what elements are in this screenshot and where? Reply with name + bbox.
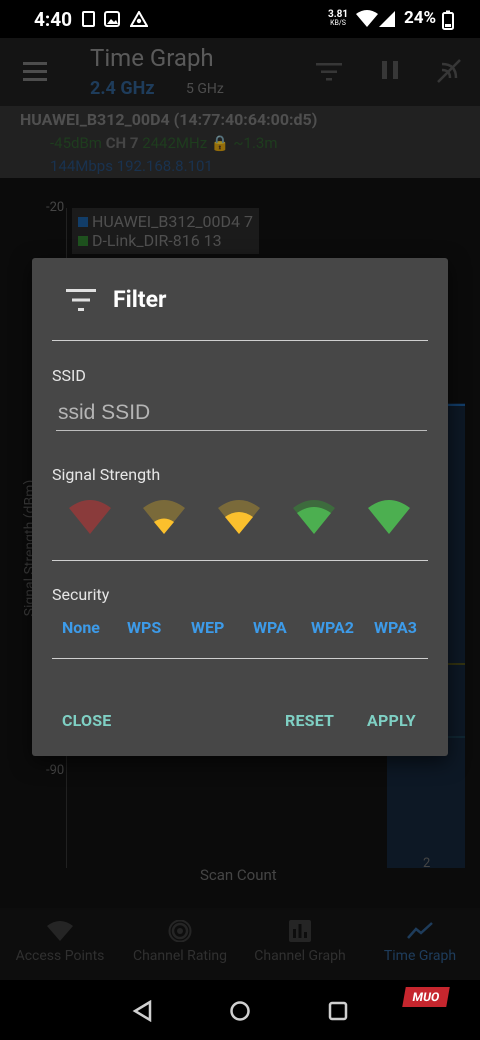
signal-strength-label: Signal Strength [52, 465, 161, 484]
dialog-title: Filter [113, 286, 167, 313]
security-wpa-button[interactable]: WPA [253, 618, 287, 637]
status-time: 4:40 [34, 8, 73, 31]
signal-level-3-button[interactable] [290, 498, 338, 538]
drive-icon [130, 11, 148, 27]
signal-level-1-button[interactable] [140, 498, 188, 538]
image-icon [104, 11, 120, 27]
recents-icon[interactable] [327, 1000, 349, 1022]
sim-icon [82, 11, 95, 27]
divider [52, 560, 428, 561]
filter-dialog: Filter SSID Signal Strength Security Non… [32, 258, 448, 756]
filter-icon [66, 289, 96, 311]
signal-level-4-button[interactable] [365, 498, 413, 538]
wifi-strength-1-icon [143, 500, 185, 534]
wifi-strength-3-icon [293, 500, 335, 534]
reset-button[interactable]: RESET [285, 711, 334, 730]
battery-icon [442, 10, 454, 30]
net-speed: 3.81 KB/S [328, 10, 348, 28]
net-speed-unit: KB/S [330, 19, 346, 27]
status-bar: 4:40 3.81 KB/S 24% [0, 0, 480, 38]
security-wpa2-button[interactable]: WPA2 [311, 618, 354, 637]
battery-percent: 24% [404, 8, 437, 28]
divider [52, 658, 428, 659]
home-icon[interactable] [229, 1000, 251, 1022]
security-wep-button[interactable]: WEP [191, 618, 224, 637]
back-icon[interactable] [132, 1000, 154, 1022]
ssid-label: SSID [52, 366, 86, 385]
close-button[interactable]: CLOSE [62, 711, 112, 730]
net-speed-value: 3.81 [328, 9, 349, 20]
wifi-strength-0-icon [69, 500, 111, 534]
security-none-button[interactable]: None [62, 618, 100, 637]
apply-button[interactable]: APPLY [367, 711, 416, 730]
signal-level-0-button[interactable] [66, 498, 114, 538]
wifi-strength-2-icon [218, 500, 260, 534]
wifi-strength-4-icon [368, 500, 410, 534]
security-wps-button[interactable]: WPS [127, 618, 161, 637]
divider [52, 340, 428, 341]
watermark-logo: MUO [402, 987, 450, 1007]
cell-signal-icon [379, 11, 395, 27]
ssid-input[interactable] [56, 396, 427, 431]
signal-level-2-button[interactable] [215, 498, 263, 538]
security-label: Security [52, 585, 110, 604]
security-wpa3-button[interactable]: WPA3 [374, 618, 417, 637]
wifi-status-icon [356, 10, 378, 27]
